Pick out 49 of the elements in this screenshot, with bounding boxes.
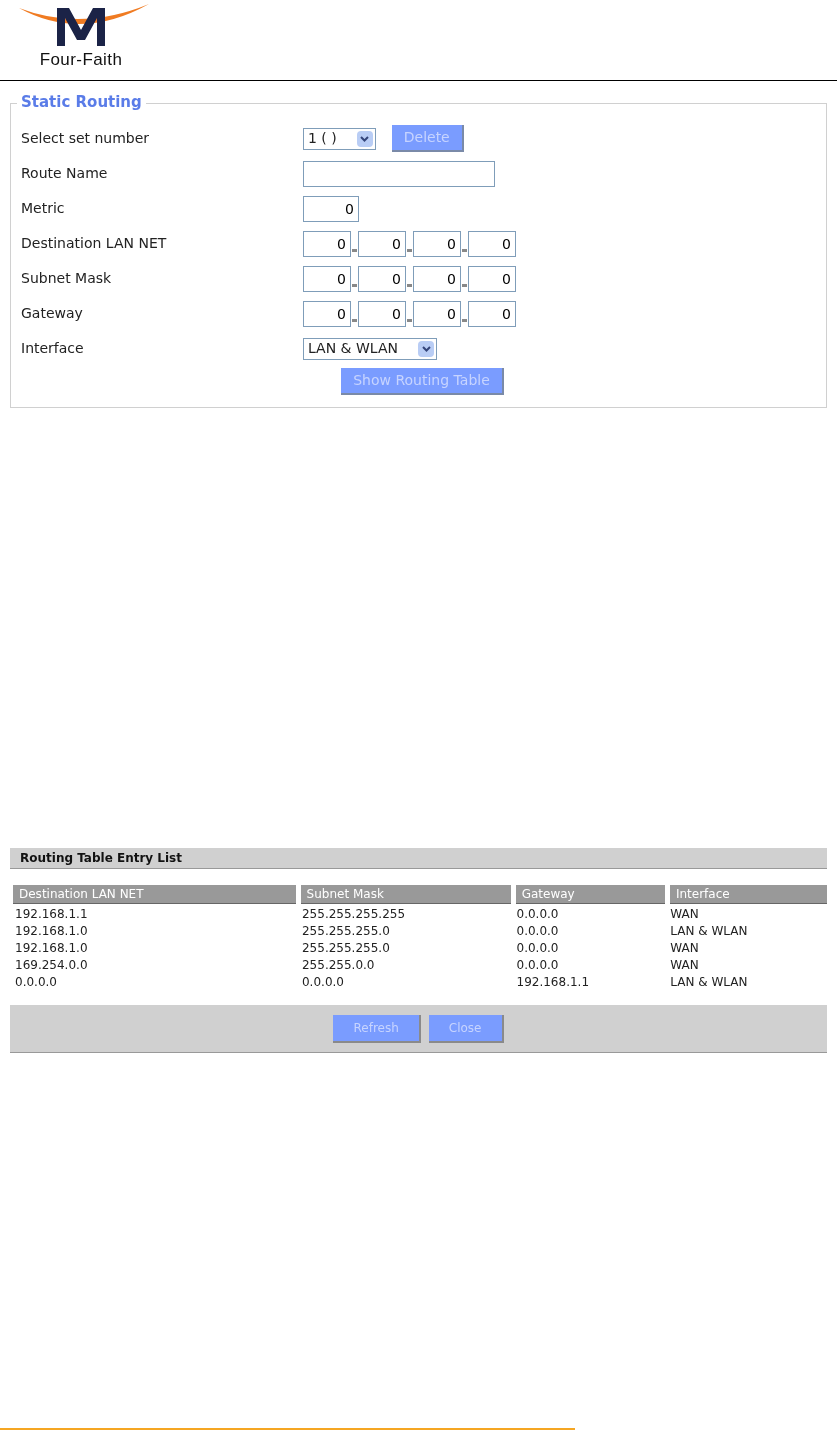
table-cell-text: 0.0.0.0 bbox=[516, 923, 560, 939]
ip-octet-field[interactable]: 0 bbox=[303, 265, 351, 292]
ip-octet-field[interactable]: 0 bbox=[468, 265, 516, 292]
column-header: Destination LAN NET bbox=[13, 885, 296, 904]
ip-octet-field[interactable]: 0 bbox=[358, 265, 406, 292]
table-cell-text: 192.168.1.1 bbox=[516, 974, 591, 990]
input-field[interactable] bbox=[303, 160, 495, 187]
table-cell-text: 0.0.0.0 bbox=[516, 957, 560, 973]
table-cell-text: 0.0.0.0 bbox=[516, 906, 560, 922]
field-label: Subnet Mask bbox=[21, 269, 113, 288]
table-cell-text: 255.255.255.255 bbox=[302, 906, 407, 922]
table-cell-text: 0.0.0.0 bbox=[15, 974, 58, 990]
table-cell-text: 0.0.0.0 bbox=[302, 974, 345, 990]
panel-title-bar: Routing Table Entry List bbox=[10, 848, 827, 869]
table-cell-text: WAN bbox=[670, 906, 700, 922]
table-cell-text: 192.168.1.1 bbox=[15, 906, 89, 922]
table-cell-text: 169.254.0.0 bbox=[15, 957, 89, 973]
table-cell-text: WAN bbox=[670, 957, 700, 973]
field-label: Route Name bbox=[21, 164, 109, 183]
field-label: Metric bbox=[21, 199, 66, 218]
input-field[interactable]: 0 bbox=[303, 195, 359, 222]
column-header: Subnet Mask bbox=[300, 885, 511, 904]
field-label: Gateway bbox=[21, 304, 84, 323]
logo-text: Four-Faith bbox=[39, 50, 123, 70]
ip-octet-field[interactable]: 0 bbox=[413, 300, 461, 327]
ip-octet-field[interactable]: 0 bbox=[413, 265, 461, 292]
field-label: Select set number bbox=[21, 129, 151, 148]
dropdown[interactable]: LAN & WLAN bbox=[303, 337, 437, 360]
ip-octet-field[interactable]: 0 bbox=[358, 300, 406, 327]
table-cell-text: 192.168.1.0 bbox=[15, 923, 89, 939]
table-cell-text: 0.0.0.0 bbox=[516, 940, 560, 956]
table-cell-text: LAN & WLAN bbox=[670, 974, 749, 990]
dropdown[interactable]: 1 ( ) bbox=[303, 127, 376, 150]
table-cell-text: 192.168.1.0 bbox=[15, 940, 89, 956]
table-cell-text: 255.255.0.0 bbox=[302, 957, 376, 973]
table-cell-text: 255.255.255.0 bbox=[302, 940, 391, 956]
ip-octet-field[interactable]: 0 bbox=[303, 230, 351, 257]
ip-octet-field[interactable]: 0 bbox=[468, 230, 516, 257]
table-cell-text: WAN bbox=[670, 940, 700, 956]
table-cell-text: LAN & WLAN bbox=[670, 923, 749, 939]
ip-octet-field[interactable]: 0 bbox=[468, 300, 516, 327]
ip-octet-field[interactable]: 0 bbox=[358, 230, 406, 257]
column-header: Interface bbox=[669, 885, 827, 904]
column-header: Gateway bbox=[515, 885, 665, 904]
ip-octet-field[interactable]: 0 bbox=[413, 230, 461, 257]
field-label: Interface bbox=[21, 339, 85, 358]
table-cell-text: 255.255.255.0 bbox=[302, 923, 391, 939]
field-label: Destination LAN NET bbox=[21, 234, 168, 253]
ip-octet-field[interactable]: 0 bbox=[303, 300, 351, 327]
